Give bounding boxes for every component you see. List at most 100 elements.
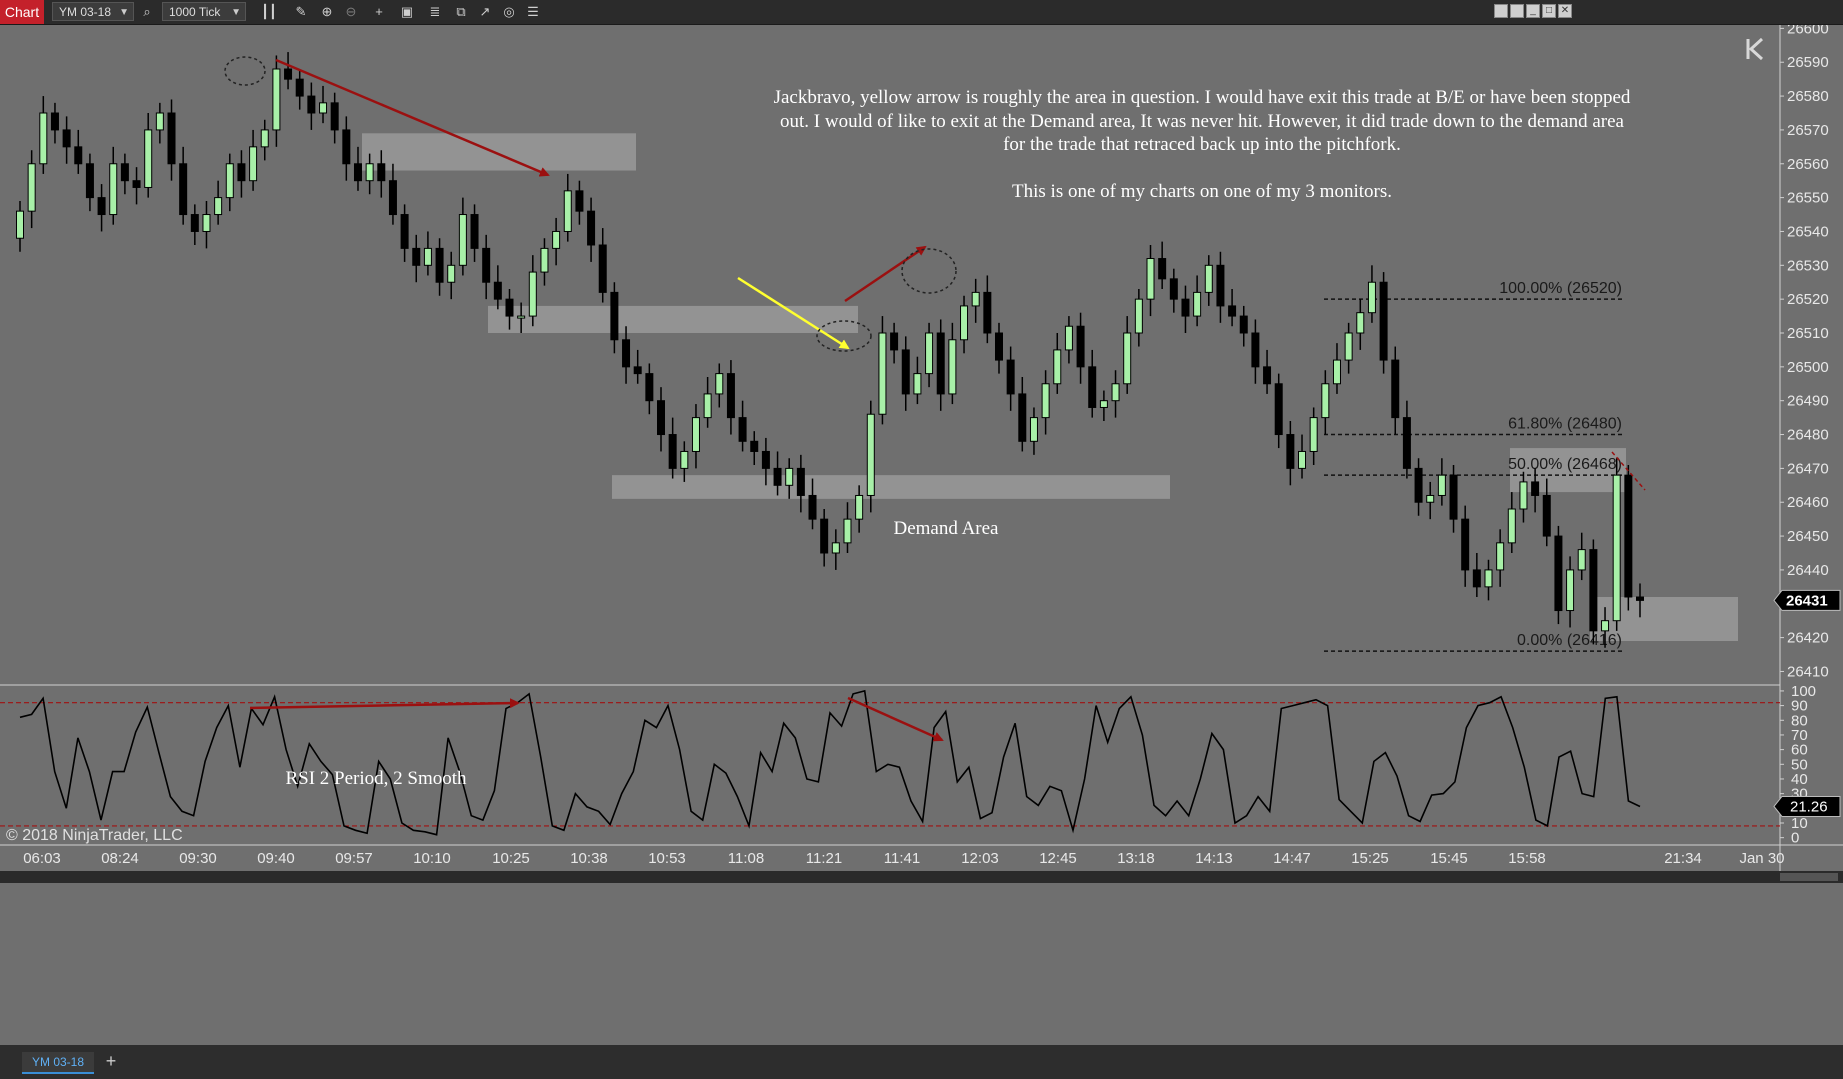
time-tick-label: 21:34 (1664, 850, 1702, 867)
price-tick-label: 26500 (1787, 359, 1829, 376)
price-tick-label: 26550 (1787, 190, 1829, 207)
down-candle (901, 349, 910, 395)
down-candle (575, 190, 584, 212)
strategies-icon[interactable]: ⧉ (452, 3, 470, 21)
price-tick-label: 26440 (1787, 562, 1829, 579)
down-candle (377, 163, 386, 182)
properties-icon[interactable]: ☰ (524, 3, 542, 21)
up-candle (155, 112, 164, 131)
down-candle (435, 247, 444, 283)
down-candle (1636, 596, 1644, 601)
up-candle (225, 163, 234, 199)
price-tick-label: 26540 (1787, 223, 1829, 240)
instrument-value: YM 03-18 (59, 5, 112, 19)
up-candle (144, 129, 153, 188)
up-candle (1298, 450, 1307, 469)
chart-toolbar: Chart YM 03-18 ▼ ⌕ 1000 Tick ▼ ┃┃ ✎ ⊕ ⊖ … (0, 0, 1843, 25)
price-tick-label: 26470 (1787, 460, 1829, 477)
crosshair-icon[interactable]: + (370, 3, 388, 21)
annotation-note-line: for the trade that retraced back up into… (1003, 134, 1401, 155)
down-candle (1158, 258, 1167, 280)
up-candle (680, 450, 689, 469)
tile-window-icon[interactable] (1494, 4, 1508, 18)
add-tab-button[interactable]: + (102, 1050, 120, 1072)
data-box-icon[interactable]: ▣ (398, 3, 416, 21)
supply-demand-zone (362, 133, 636, 171)
time-tick-label: 14:13 (1195, 850, 1233, 867)
price-tick-label: 26490 (1787, 393, 1829, 410)
up-candle (1134, 298, 1143, 334)
up-candle (528, 271, 537, 317)
down-candle (1461, 518, 1470, 571)
down-candle (85, 163, 94, 199)
bars-type-icon[interactable]: ┃┃ (260, 3, 278, 21)
maximize-icon[interactable]: □ (1542, 4, 1556, 18)
down-candle (1449, 474, 1458, 520)
zoom-in-icon[interactable]: ⊕ (318, 3, 336, 21)
zoom-out-icon[interactable]: ⊖ (342, 3, 360, 21)
interval-selector[interactable]: 1000 Tick ▼ (162, 2, 246, 21)
refresh-icon[interactable]: ◎ (500, 3, 518, 21)
down-candle (633, 366, 642, 375)
price-tick-label: 26450 (1787, 528, 1829, 545)
up-candle (1367, 281, 1376, 314)
time-tick-label: 12:03 (961, 850, 999, 867)
pencil-icon[interactable]: ✎ (292, 3, 310, 21)
down-candle (1239, 315, 1248, 334)
down-candle (1624, 474, 1633, 598)
up-candle (563, 190, 572, 232)
time-tick-label: Jan 30 (1739, 850, 1784, 867)
chart-tab[interactable]: Chart (0, 0, 44, 24)
down-candle (295, 78, 304, 97)
price-tick-label: 26420 (1787, 630, 1829, 647)
down-candle (1018, 393, 1027, 442)
search-icon[interactable]: ⌕ (138, 3, 156, 21)
down-candle (132, 180, 141, 188)
up-candle (552, 230, 561, 249)
price-tick-label: 26410 (1787, 663, 1829, 680)
down-candle (808, 494, 817, 520)
time-tick-label: 12:45 (1039, 850, 1077, 867)
up-candle (1426, 494, 1435, 503)
up-candle (913, 373, 922, 395)
time-tick-label: 11:41 (884, 850, 920, 867)
down-candle (342, 129, 351, 165)
up-candle (1496, 542, 1505, 571)
tile-window-icon[interactable] (1510, 4, 1524, 18)
down-candle (1542, 494, 1551, 537)
up-candle (1309, 417, 1318, 452)
horizontal-scrollbar[interactable] (0, 871, 1843, 883)
minimize-icon[interactable]: _ (1526, 4, 1540, 18)
drawing-tools-icon[interactable]: ↗ (476, 3, 494, 21)
copyright-label: © 2018 NinjaTrader, LLC (6, 827, 183, 844)
up-candle (1344, 332, 1353, 361)
instrument-selector[interactable]: YM 03-18 ▼ (52, 2, 134, 21)
up-candle (1193, 291, 1202, 317)
down-candle (179, 163, 188, 216)
scrollbar-thumb[interactable] (1780, 873, 1838, 881)
time-tick-label: 09:57 (335, 850, 373, 867)
up-candle (16, 210, 24, 239)
last-rsi-label: 21.26 (1790, 798, 1828, 815)
instrument-tab[interactable]: YM 03-18 (22, 1052, 94, 1074)
up-candle (878, 332, 887, 415)
up-candle (1484, 569, 1493, 588)
down-candle (1228, 305, 1237, 317)
down-candle (1169, 278, 1178, 300)
up-candle (540, 247, 549, 273)
bottom-bar: YM 03-18 + (0, 1045, 1843, 1079)
up-candle (1321, 383, 1330, 419)
down-candle (645, 373, 654, 402)
down-candle (120, 163, 129, 182)
up-candle (715, 373, 724, 395)
up-candle (703, 393, 712, 419)
up-candle (27, 163, 36, 212)
down-candle (1286, 434, 1295, 469)
close-icon[interactable]: ✕ (1558, 4, 1572, 18)
chevron-down-icon: ▼ (119, 7, 129, 18)
annotation-note-line: This is one of my charts on one of my 3 … (1012, 181, 1392, 202)
indicators-icon[interactable]: ≣ (426, 3, 444, 21)
up-candle (1099, 400, 1108, 408)
down-candle (1589, 549, 1598, 632)
price-tick-label: 26530 (1787, 257, 1829, 274)
